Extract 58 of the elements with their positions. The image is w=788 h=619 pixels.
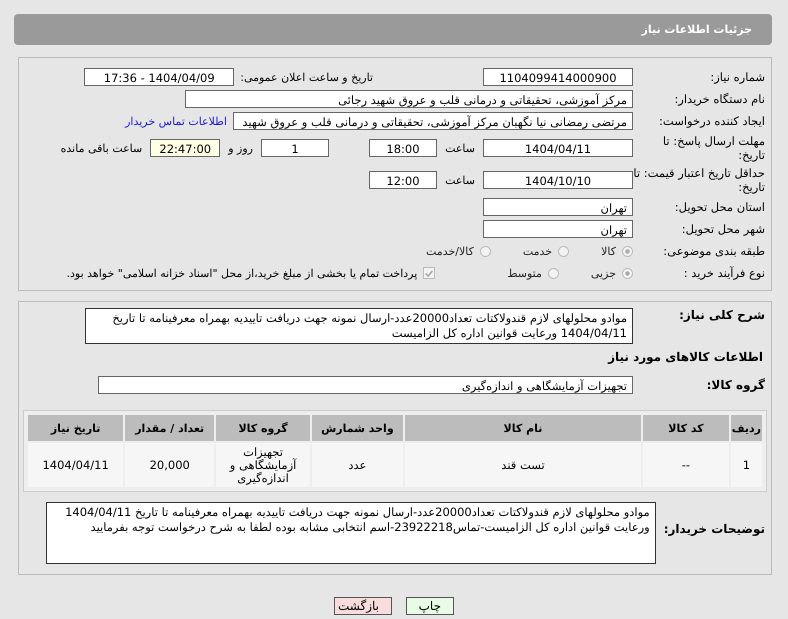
time-field: 12:00 [369,171,437,189]
field-label: شرح کلی نیاز: [678,308,766,322]
payment-note: پرداخت تمام یا بخشی از مبلغ خرید،از محل "اسناد خزانه اسلامی" خواهد بود. [66,266,418,280]
page-header: جزئیات اطلاعات نیاز [14,14,772,45]
print-button[interactable]: چاپ [406,597,454,615]
column-header: کد کالا [643,415,729,441]
column-header: نام کالا [404,415,642,441]
table-cell: 20,000 [125,443,214,487]
requester-field: مرتضی رمضانی نیا نگهبان مرکز آموزشی، تحقیقاتی و درمانی قلب و عروق شهید [233,112,633,130]
buyer-org-field: مرکز آموزشی، تحقیقاتی و درمانی قلب و عروق شهید رجائی [185,90,633,108]
announce-date-field: 1404/04/09 - 17:36 [84,68,234,86]
days-field: 1 [261,139,329,157]
column-header: تاریخ نیاز [28,415,124,441]
goods-group-field: تجهیزات آزمایشگاهی و اندازه‌گیری [98,376,633,394]
province-field: تهران [483,198,633,216]
field-label: شهر محل تحویل: [680,222,766,236]
date-field: 1404/10/10 [483,171,633,189]
column-header: واحد شمارش [312,415,403,441]
date-field: 1404/04/11 [483,139,633,157]
field-label: نام دستگاه خریدار: [673,92,766,106]
field-label: شماره نیاز: [709,70,766,84]
radio-option[interactable]: متوسط [507,266,559,280]
field-label: استان محل تحویل: [674,200,766,214]
table-cell: 1 [730,443,762,487]
buyer-contact-link[interactable]: اطلاعات تماس خریدار [125,114,227,128]
table-cell: 1404/04/11 [28,443,124,487]
table-cell: تست قند [404,443,642,487]
field-label: ایجاد کننده درخواست: [658,114,766,128]
radio-option[interactable]: جزیی [590,266,633,280]
field-label: حداقل تاریخ اعتبار قیمت: تا تاریخ: [633,166,766,194]
field-label: گروه کالا: [706,378,766,392]
field-label: توضیحات خریدار: [662,522,766,536]
checkbox[interactable] [423,267,436,279]
field-label: ساعت [447,142,475,154]
need-number-field: 1104099414000900 [483,68,633,86]
buyer-notes-textarea: موادو محلولهای لازم قندولاکتات تعداد20000عدد-ارسال نمونه جهت دریافت تاییدیه بهمراه معرفینامه تا تاریخ 1404/04/11 ورعایت قوانین اداره کل الزامیست-تماس23922218-اسم انتخابی مشابه بوده لطفا به شرح درخواست توجه بفرمایید [46,502,656,564]
radio-option[interactable]: کالا [601,244,633,258]
column-header: تعداد / مقدار [125,415,214,441]
radio-option[interactable]: خدمت [522,244,570,258]
city-field: تهران [483,220,633,238]
field-label: نوع فرآیند خرید : [682,266,766,280]
column-header: ردیف [730,415,762,441]
field-label: روز و [228,142,253,154]
column-header: گروه کالا [216,415,310,441]
field-label: تاریخ و ساعت اعلان عمومی: [240,70,373,84]
back-button[interactable]: بازگشت [334,597,392,615]
remaining-time-field: 22:47:00 [150,139,220,157]
field-label: ساعت [447,174,475,186]
summary-textarea: موادو محلولهای لازم قندولاکتات تعداد20000عدد-ارسال نمونه جهت دریافت تاییدیه بهمراه معرفینامه تا تاریخ 1404/04/11 ورعایت قوانین اداره کل الزامیست [85,308,633,344]
table-cell: تجهیزات آزمایشگاهی و اندازه‌گیری [216,443,310,487]
radio-option[interactable]: کالا/خدمت [426,244,491,258]
time-field: 18:00 [369,139,437,157]
table-cell: عدد [312,443,403,487]
field-label: مهلت ارسال پاسخ: تا تاریخ: [662,134,766,162]
section-title: اطلاعات کالاهای مورد نیاز [606,349,764,364]
table-cell: -- [643,443,729,487]
field-label: طبقه بندی موضوعی: [662,244,766,258]
field-label: ساعت باقی مانده [60,142,142,154]
